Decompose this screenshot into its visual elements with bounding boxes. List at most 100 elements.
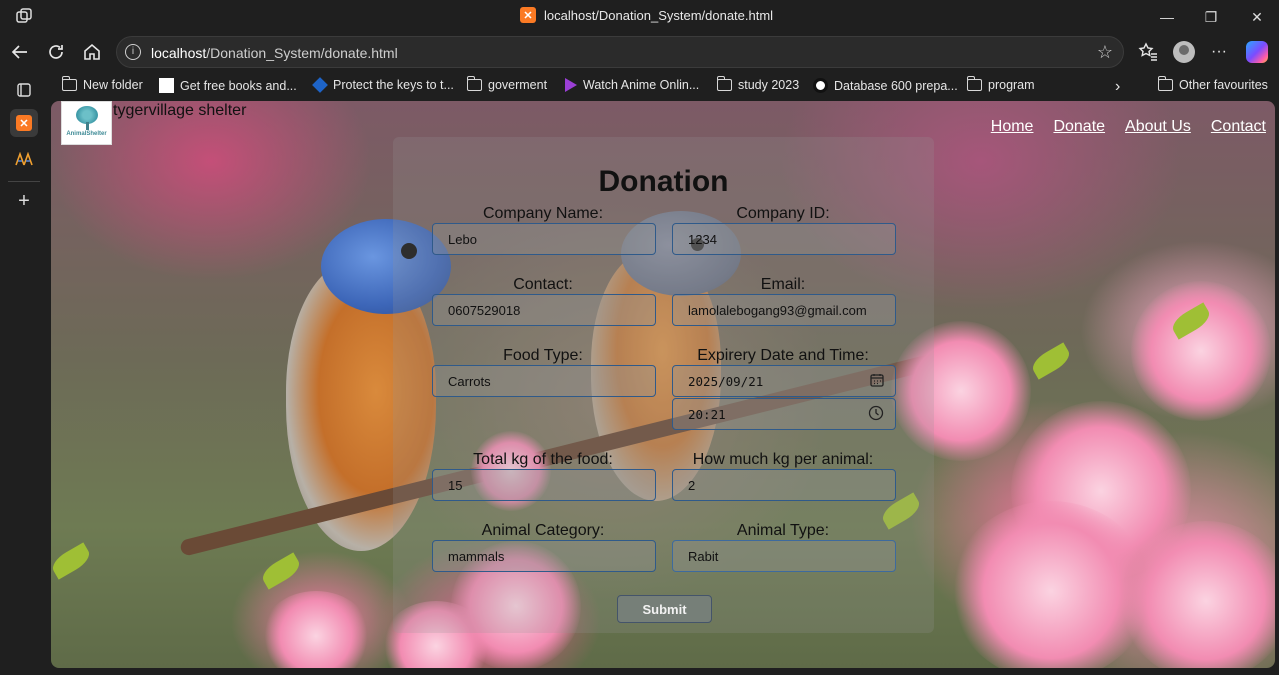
folder-icon <box>61 76 77 91</box>
tab-phpmyadmin[interactable] <box>10 145 38 173</box>
kg-per-animal-label: How much kg per animal: <box>692 451 874 468</box>
food-type-input[interactable] <box>432 365 656 397</box>
background-leaf <box>1028 342 1074 380</box>
bookmark-database-600[interactable]: Database 600 prepa... <box>813 78 958 93</box>
xampp-icon: ✕ <box>520 7 536 23</box>
bookmark-label: Watch Anime Onlin... <box>583 78 700 92</box>
minimize-button[interactable]: — <box>1155 6 1179 28</box>
vertical-tab-sidebar: ✕ + <box>0 83 48 675</box>
bookmark-watch-anime[interactable]: Watch Anime Onlin... <box>565 78 699 92</box>
email-input[interactable] <box>672 294 896 326</box>
favorites-list-icon <box>1138 42 1157 61</box>
bookmarks-overflow-chevron-icon[interactable]: › <box>1115 78 1120 96</box>
expiry-label: Expirery Date and Time: <box>697 347 869 364</box>
nav-home-link[interactable]: Home <box>991 118 1034 136</box>
folder-icon <box>716 76 732 91</box>
animal-category-label: Animal Category: <box>481 522 605 539</box>
company-id-input[interactable] <box>672 223 896 255</box>
home-icon <box>84 43 100 60</box>
copilot-button[interactable] <box>1243 39 1271 65</box>
folder-icon <box>466 76 482 91</box>
tab-xampp[interactable]: ✕ <box>10 109 38 137</box>
bookmark-goverment[interactable]: goverment <box>466 76 548 92</box>
bookmark-protect-keys[interactable]: Protect the keys to t... <box>312 77 454 93</box>
bookmark-new-folder[interactable]: New folder <box>61 76 143 92</box>
top-navigation: Home Donate About Us Contact <box>991 118 1266 136</box>
close-button[interactable]: ✕ <box>1245 6 1269 28</box>
nav-contact-link[interactable]: Contact <box>1211 118 1266 136</box>
bookmarks-bar: New folder Get free books and... Protect… <box>0 71 1279 101</box>
bookmark-free-books[interactable]: Get free books and... <box>159 78 297 93</box>
play-icon <box>565 78 577 92</box>
back-arrow-icon <box>11 45 27 59</box>
clock-icon[interactable] <box>868 405 884 421</box>
profile-avatar <box>1173 41 1195 63</box>
site-name: tygervillage shelter <box>113 102 247 119</box>
food-type-label: Food Type: <box>503 347 583 364</box>
favorite-star-icon[interactable]: ☆ <box>1097 42 1113 63</box>
animal-type-input[interactable] <box>672 540 896 572</box>
workspaces-icon[interactable] <box>14 7 34 27</box>
animal-type-label: Animal Type: <box>736 522 830 539</box>
bookmark-label: study 2023 <box>738 78 800 92</box>
company-name-input[interactable] <box>432 223 656 255</box>
window-title: ✕ localhost/Donation_System/donate.html <box>520 7 773 23</box>
bookmark-label: New folder <box>83 78 143 92</box>
profile-button[interactable] <box>1170 39 1198 65</box>
new-tab-plus-icon[interactable]: + <box>10 187 38 215</box>
nav-about-us-link[interactable]: About Us <box>1125 118 1191 136</box>
bookmark-other-favourites[interactable]: Other favourites <box>1157 76 1268 92</box>
bookmark-study-2023[interactable]: study 2023 <box>716 76 800 92</box>
phpmyadmin-icon <box>15 152 33 166</box>
favorites-button[interactable] <box>1134 39 1162 65</box>
bookmark-label: Protect the keys to t... <box>333 78 454 92</box>
background-flower <box>261 591 371 668</box>
total-kg-input[interactable] <box>432 469 656 501</box>
url-path: /Donation_System/donate.html <box>206 45 398 61</box>
total-kg-label: Total kg of the food: <box>473 451 613 468</box>
nav-donate-link[interactable]: Donate <box>1053 118 1105 136</box>
site-icon <box>813 78 828 93</box>
kg-per-animal-input[interactable] <box>672 469 896 501</box>
expiry-date-field[interactable] <box>672 365 896 397</box>
calendar-icon[interactable] <box>870 373 884 387</box>
form-title: Donation <box>598 165 729 198</box>
home-button[interactable] <box>78 39 106 65</box>
expiry-time-input[interactable] <box>672 398 896 430</box>
tab-title: localhost/Donation_System/donate.html <box>544 7 774 23</box>
background-flower <box>951 501 1151 668</box>
background-flower <box>1131 281 1271 421</box>
copilot-icon <box>1246 41 1268 63</box>
bookmark-label: goverment <box>488 78 548 92</box>
expiry-time-field[interactable] <box>672 398 896 430</box>
logo-trunk <box>86 122 89 130</box>
url-text[interactable]: localhost/Donation_System/donate.html <box>151 45 398 61</box>
bookmark-program[interactable]: program <box>966 76 1035 92</box>
url-host: localhost <box>151 45 207 61</box>
folder-icon <box>1157 76 1173 91</box>
company-id-label: Company ID: <box>736 205 830 222</box>
folder-icon <box>966 76 982 91</box>
refresh-icon <box>49 45 63 59</box>
submit-button[interactable]: Submit <box>617 595 712 623</box>
xampp-icon: ✕ <box>16 115 32 131</box>
bookmark-label: Get free books and... <box>180 78 297 93</box>
title-bar: ✕ localhost/Donation_System/donate.html … <box>0 0 1279 33</box>
restore-button[interactable]: ❐ <box>1199 6 1223 28</box>
more-menu-button[interactable]: ··· <box>1205 39 1233 65</box>
refresh-button[interactable] <box>42 39 70 65</box>
email-label: Email: <box>760 276 806 293</box>
bookmark-label: Other favourites <box>1179 78 1268 92</box>
site-logo[interactable]: AnimalShelter <box>61 101 112 145</box>
address-row: i localhost/Donation_System/donate.html … <box>0 33 1279 71</box>
contact-input[interactable] <box>432 294 656 326</box>
site-info-icon[interactable]: i <box>125 44 141 60</box>
logo-text: AnimalShelter <box>66 131 107 137</box>
back-button[interactable] <box>6 39 34 65</box>
address-bar[interactable]: i localhost/Donation_System/donate.html … <box>116 36 1124 68</box>
bookmark-label: program <box>988 78 1035 92</box>
tab-actions-icon[interactable] <box>10 76 38 104</box>
expiry-date-input[interactable] <box>672 365 896 397</box>
animal-category-input[interactable] <box>432 540 656 572</box>
background-leaf <box>51 542 94 580</box>
